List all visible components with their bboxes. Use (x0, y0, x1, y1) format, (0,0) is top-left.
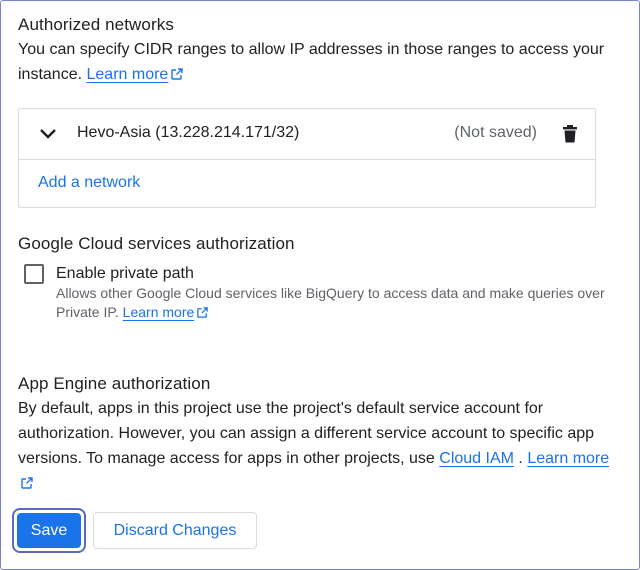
add-network-button[interactable]: Add a network (38, 174, 140, 192)
authorized-networks-title: Authorized networks (18, 15, 174, 34)
trash-icon[interactable] (562, 124, 578, 144)
network-row[interactable]: Hevo-Asia (13.228.214.171/32) (Not saved… (19, 109, 595, 160)
app-engine-title: App Engine authorization (18, 374, 211, 393)
private-path-help: Allows other Google Cloud services like … (56, 284, 626, 322)
discard-changes-button[interactable]: Discard Changes (93, 512, 257, 549)
network-name: Hevo-Asia (13.228.214.171/32) (77, 124, 300, 141)
cloud-iam-link[interactable]: Cloud IAM (439, 450, 514, 467)
settings-panel: Authorized networks You can specify CIDR… (0, 0, 640, 570)
network-status: (Not saved) (454, 124, 537, 141)
chevron-down-icon[interactable] (39, 126, 57, 142)
external-link-icon (197, 307, 209, 318)
link-separator: . (518, 450, 523, 467)
external-link-icon (21, 477, 33, 489)
gcs-authorization-section: Google Cloud services authorization Enab… (18, 234, 624, 320)
learn-more-label: Learn more (527, 450, 610, 467)
learn-more-label: Learn more (122, 304, 195, 320)
app-engine-section: App Engine authorization By default, app… (18, 374, 624, 496)
app-engine-description: By default, apps in this project use the… (18, 396, 624, 496)
private-path-label[interactable]: Enable private path (56, 265, 194, 283)
private-path-checkbox[interactable] (24, 264, 44, 284)
gcs-authorization-title: Google Cloud services authorization (18, 234, 295, 253)
learn-more-label: Learn more (86, 66, 169, 83)
external-link-icon (171, 68, 184, 80)
authorized-networks-section: Authorized networks You can specify CIDR… (18, 15, 624, 87)
save-button[interactable]: Save (17, 513, 81, 548)
networks-list: Hevo-Asia (13.228.214.171/32) (Not saved… (18, 108, 596, 208)
private-path-learn-more-link[interactable]: Learn more (123, 304, 210, 320)
authorized-networks-learn-more-link[interactable]: Learn more (87, 66, 185, 83)
authorized-networks-description: You can specify CIDR ranges to allow IP … (18, 37, 624, 87)
